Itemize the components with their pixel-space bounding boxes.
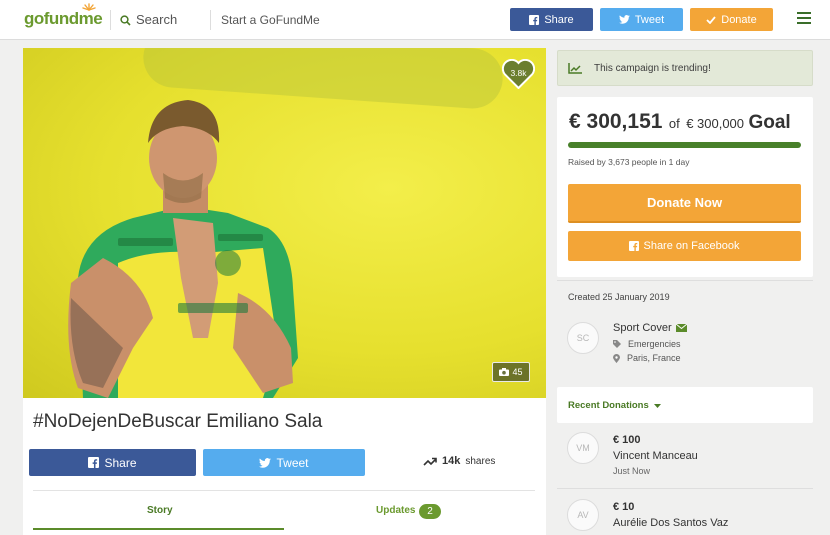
donor-avatar: VM — [567, 432, 599, 464]
raised-amount: € 300,151 — [569, 110, 663, 133]
shares-counter: 14k shares — [423, 455, 495, 467]
facebook-icon — [529, 14, 540, 25]
sun-logo-icon — [82, 3, 96, 11]
start-gofundme-link[interactable]: Start a GoFundMe — [221, 13, 320, 27]
divider — [557, 488, 813, 489]
tab-updates[interactable]: Updates — [376, 505, 415, 516]
nav-divider — [210, 10, 211, 30]
twitter-icon — [618, 15, 630, 24]
progress-fill — [568, 142, 801, 148]
shares-count: 14k — [442, 455, 461, 467]
tab-story[interactable]: Story — [147, 505, 173, 516]
twitter-icon — [259, 457, 272, 468]
header-share-label: Share — [544, 13, 574, 26]
active-tab-underline — [33, 528, 284, 530]
campaign-title: #NoDejenDeBuscar Emiliano Sala — [33, 411, 323, 432]
donor-name: Vincent Manceau — [613, 450, 698, 462]
heart-count: 3.8k — [510, 68, 527, 78]
donation-time: Just Now — [613, 466, 651, 476]
organizer-location: Paris, France — [613, 353, 681, 363]
tweet-label: Tweet — [276, 455, 309, 470]
photo-gallery-button[interactable]: 45 — [492, 362, 530, 382]
tag-icon — [613, 340, 621, 348]
of-text: of — [668, 116, 680, 131]
donation-amount: € 100 — [613, 434, 641, 446]
organizer-name: Sport Cover — [613, 322, 672, 334]
divider — [557, 280, 813, 281]
raised-vs-goal: € 300,151 of € 300,000 Goal — [569, 110, 791, 134]
header-facebook-share-button[interactable]: Share — [510, 8, 593, 31]
gofundme-logo[interactable]: gofundme — [24, 3, 103, 29]
tab-divider — [33, 490, 535, 491]
raised-by-text: Raised by 3,673 people in 1 day — [568, 157, 690, 167]
recent-donations-toggle[interactable]: Recent Donations — [568, 400, 661, 411]
share-label: Share — [104, 455, 137, 470]
created-date: Created 25 January 2019 — [568, 292, 670, 302]
caret-down-icon — [653, 403, 661, 408]
donate-now-label: Donate Now — [646, 195, 723, 210]
envelope-icon[interactable] — [675, 324, 687, 332]
top-nav: gofundme Search Start a GoFundMe Share T… — [0, 0, 830, 40]
heart-icon[interactable]: 3.8k — [502, 59, 535, 89]
header-tweet-label: Tweet — [634, 13, 665, 26]
trending-text: This campaign is trending! — [594, 62, 711, 74]
header-donate-label: Donate — [721, 13, 757, 26]
organizer-avatar: SC — [567, 322, 599, 354]
goal-amount: € 300,000 — [686, 116, 745, 131]
chart-trend-icon — [568, 62, 582, 74]
search-icon — [120, 15, 131, 26]
recent-donations-label: Recent Donations — [568, 400, 649, 411]
donation-amount: € 10 — [613, 501, 635, 513]
map-pin-icon — [613, 353, 620, 363]
search-link[interactable]: Search — [120, 12, 177, 27]
nav-divider — [110, 10, 111, 30]
organizer-name-row[interactable]: Sport Cover — [613, 322, 687, 334]
facebook-icon — [629, 241, 640, 251]
goal-progress-bar — [568, 142, 801, 148]
organizer-category: Emergencies — [613, 339, 681, 349]
share-on-facebook-button[interactable]: Share on Facebook — [568, 231, 801, 261]
tweet-button[interactable]: Tweet — [203, 449, 365, 476]
goal-word: Goal — [748, 112, 791, 133]
header-tweet-button[interactable]: Tweet — [600, 8, 683, 31]
trending-banner: This campaign is trending! — [557, 50, 813, 86]
facebook-share-button[interactable]: Share — [29, 449, 196, 476]
donor-name: Aurélie Dos Santos Vaz — [613, 517, 729, 529]
search-label: Search — [136, 12, 178, 27]
category-text: Emergencies — [628, 339, 681, 349]
donor-avatar: AV — [567, 499, 599, 531]
location-text: Paris, France — [627, 353, 681, 363]
shares-label: shares — [465, 455, 496, 467]
donate-now-button[interactable]: Donate Now — [568, 184, 801, 223]
campaign-hero-image[interactable]: 3.8k 45 — [23, 48, 546, 398]
trending-up-icon — [423, 457, 437, 466]
photo-count-label: 45 — [512, 367, 523, 377]
header-donate-button[interactable]: Donate — [690, 8, 773, 31]
share-facebook-label: Share on Facebook — [643, 240, 740, 252]
facebook-icon — [88, 457, 100, 468]
player-praying-illustration — [68, 100, 298, 398]
camera-icon — [499, 368, 510, 376]
check-icon — [706, 15, 716, 24]
updates-count-badge: 2 — [419, 504, 441, 519]
hamburger-menu-icon[interactable] — [797, 12, 811, 24]
